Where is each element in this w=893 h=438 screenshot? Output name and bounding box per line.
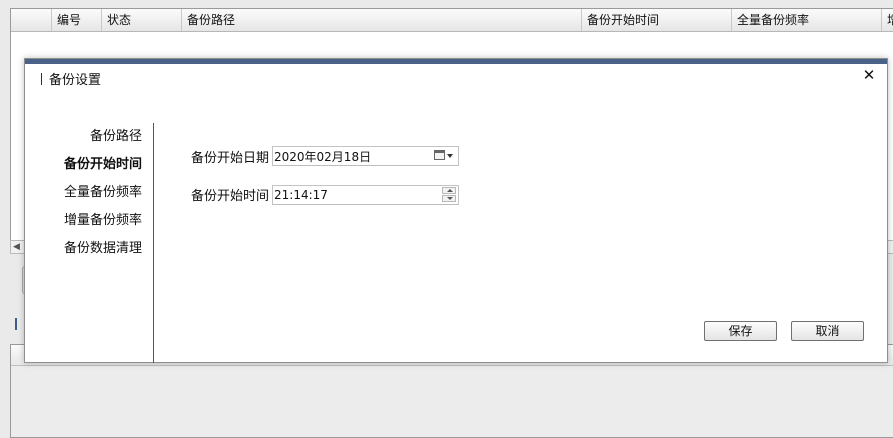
column-header-full-backup-frequency[interactable]: 全量备份频率 bbox=[731, 9, 881, 31]
spin-up-icon[interactable] bbox=[442, 187, 456, 194]
section-marker bbox=[15, 318, 17, 330]
scroll-left-icon[interactable]: ◀ bbox=[13, 241, 20, 253]
column-header-status[interactable]: 状态 bbox=[101, 9, 181, 31]
nav-item-backup-start-time[interactable]: 备份开始时间 bbox=[64, 157, 142, 173]
column-header-backup-path[interactable]: 备份路径 bbox=[181, 9, 581, 31]
spin-down-icon[interactable] bbox=[442, 195, 456, 202]
column-header-backup-start-time[interactable]: 备份开始时间 bbox=[581, 9, 731, 31]
dialog-title-text: 备份设置 bbox=[49, 73, 102, 88]
settings-side-nav: 备份路径 备份开始时间 全量备份频率 增量备份频率 备份数据清理 bbox=[25, 123, 154, 363]
time-spinner-controls bbox=[442, 187, 456, 203]
nav-item-backup-data-cleanup[interactable]: 备份数据清理 bbox=[64, 241, 142, 257]
backup-settings-dialog: 备份设置 ✕ 备份路径 备份开始时间 全量备份频率 增量备份频率 备份数据清理 … bbox=[24, 58, 888, 363]
cancel-button[interactable]: 取消 bbox=[791, 321, 864, 341]
nav-item-incremental-backup-frequency[interactable]: 增量备份频率 bbox=[64, 213, 142, 229]
backup-list-header: 编号 状态 备份路径 备份开始时间 全量备份频率 增 bbox=[11, 9, 893, 32]
start-date-picker[interactable] bbox=[272, 146, 459, 166]
calendar-icon[interactable] bbox=[434, 150, 445, 160]
column-header-incremental-backup-frequency[interactable]: 增 bbox=[881, 9, 893, 31]
start-time-label: 备份开始时间 bbox=[191, 189, 270, 204]
dialog-title: 备份设置 bbox=[41, 73, 101, 89]
save-button[interactable]: 保存 bbox=[704, 321, 777, 341]
column-header-select[interactable] bbox=[11, 9, 51, 31]
column-header-id[interactable]: 编号 bbox=[51, 9, 101, 31]
start-date-label: 备份开始日期 bbox=[191, 151, 270, 166]
nav-item-full-backup-frequency[interactable]: 全量备份频率 bbox=[64, 185, 142, 201]
start-time-input[interactable] bbox=[273, 186, 424, 204]
close-icon[interactable]: ✕ bbox=[861, 67, 877, 83]
title-marker bbox=[41, 73, 42, 85]
dialog-accent-bar bbox=[25, 59, 887, 64]
nav-item-backup-path[interactable]: 备份路径 bbox=[90, 129, 142, 145]
start-date-input[interactable] bbox=[273, 147, 424, 165]
chevron-down-icon[interactable] bbox=[447, 154, 453, 158]
start-time-spinner[interactable] bbox=[272, 185, 459, 205]
